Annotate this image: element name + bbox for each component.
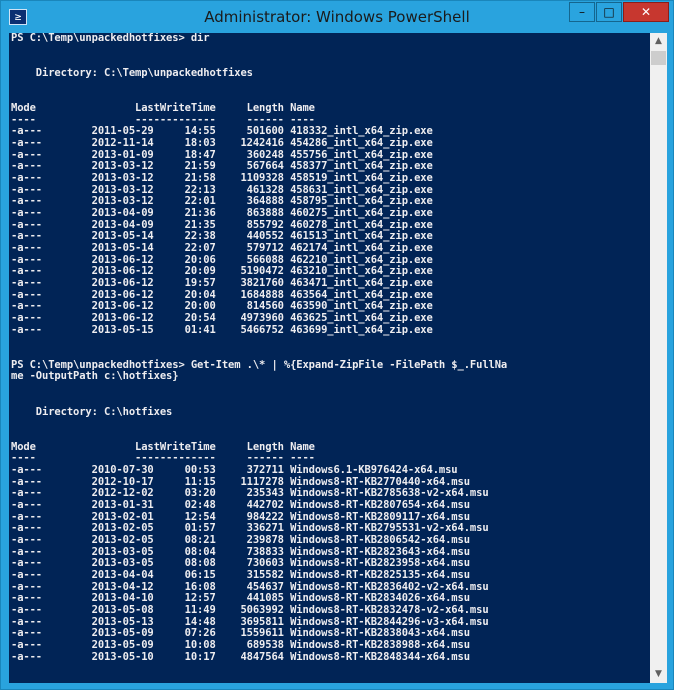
scrollbar-thumb[interactable] xyxy=(651,51,666,65)
console-line: -a--- 2013-05-14 22:07 579712 462174_int… xyxy=(11,242,433,255)
console-line: -a--- 2013-03-12 21:58 1109328 458519_in… xyxy=(11,172,433,185)
console-line: PS C:\Temp\unpackedhotfixes> dir xyxy=(11,33,210,44)
close-button[interactable]: ✕ xyxy=(623,2,669,22)
maximize-button[interactable]: □ xyxy=(596,2,622,22)
console-line: -a--- 2013-05-09 10:08 689538 Windows8-R… xyxy=(11,638,470,651)
scroll-down-arrow-icon[interactable]: ▼ xyxy=(650,666,667,683)
console-line: -a--- 2013-01-31 02:48 442702 Windows8-R… xyxy=(11,498,470,511)
console-line: -a--- 2010-07-30 00:53 372711 Windows6.1… xyxy=(11,463,458,476)
console-line: -a--- 2013-04-09 21:36 863888 460275_int… xyxy=(11,207,433,220)
console-line: -a--- 2013-05-08 11:49 5063992 Windows8-… xyxy=(11,603,489,616)
window-controls: – □ ✕ xyxy=(569,2,669,22)
console-line: Mode LastWriteTime Length Name xyxy=(11,102,315,115)
console-line: -a--- 2012-11-14 18:03 1242416 454286_in… xyxy=(11,137,433,150)
console-line: me -OutputPath c:\hotfixes} xyxy=(11,370,179,383)
scroll-up-arrow-icon[interactable]: ▲ xyxy=(650,33,667,50)
console-line: -a--- 2013-05-10 10:17 4847564 Windows8-… xyxy=(11,650,470,663)
console-line: Directory: C:\hotfixes xyxy=(11,405,173,418)
console-line: -a--- 2013-04-04 06:15 315582 Windows8-R… xyxy=(11,568,470,581)
console-line: -a--- 2013-02-05 08:21 239878 Windows8-R… xyxy=(11,533,470,546)
powershell-window: ≥ Administrator: Windows PowerShell – □ … xyxy=(0,0,674,690)
console-output[interactable]: PS C:\Temp\unpackedhotfixes> dir Directo… xyxy=(9,33,650,683)
title-bar[interactable]: ≥ Administrator: Windows PowerShell – □ … xyxy=(1,1,673,34)
console-line: -a--- 2013-05-15 01:41 5466752 463699_in… xyxy=(11,323,433,336)
console-line: Directory: C:\Temp\unpackedhotfixes xyxy=(11,67,253,80)
vertical-scrollbar[interactable]: ▲ ▼ xyxy=(650,33,667,683)
console-lines: PS C:\Temp\unpackedhotfixes> dir Directo… xyxy=(11,33,507,663)
minimize-button[interactable]: – xyxy=(569,2,595,22)
